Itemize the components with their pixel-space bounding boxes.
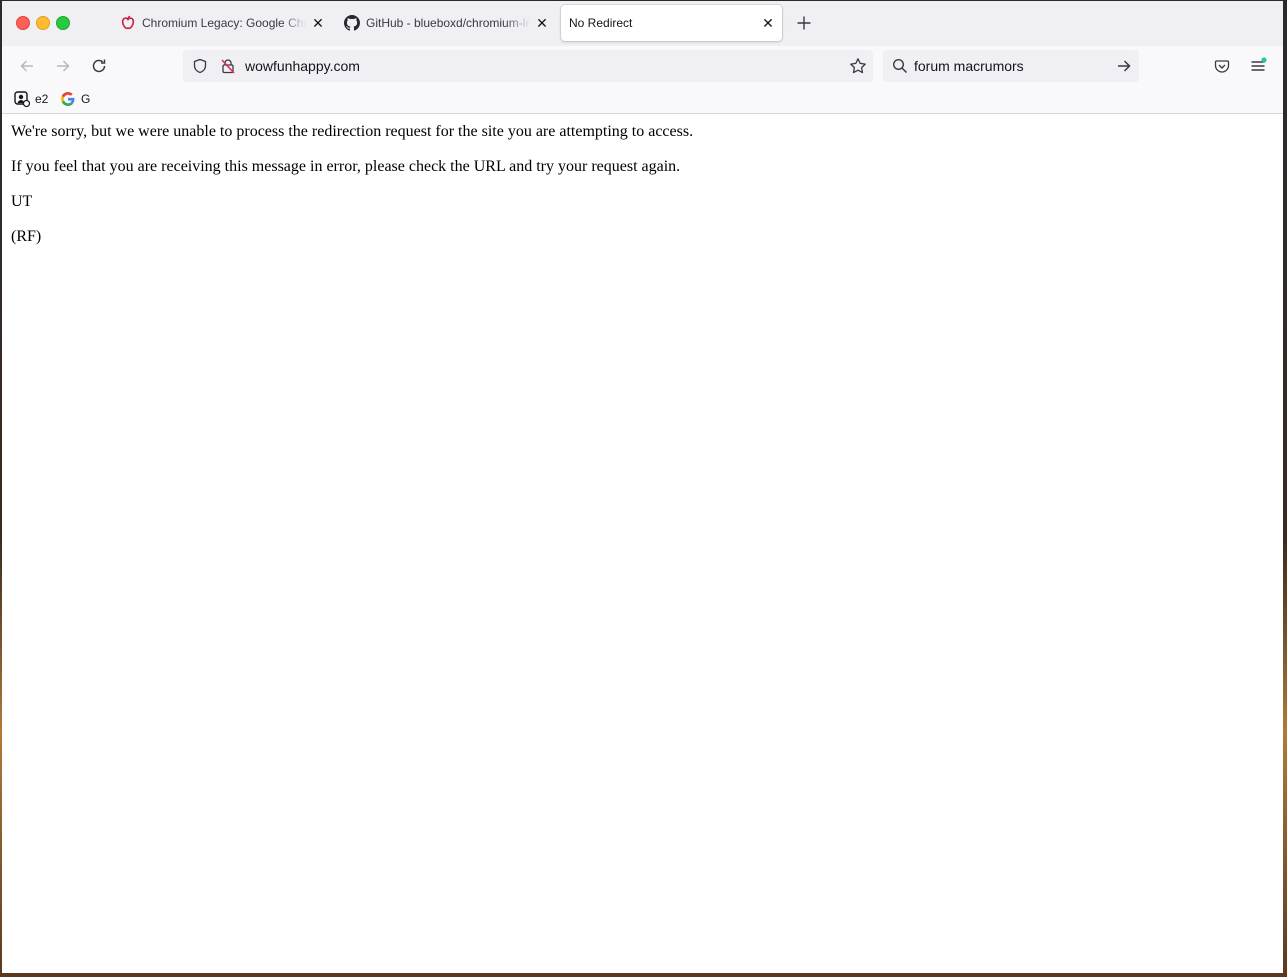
search-icon bbox=[892, 58, 908, 79]
pocket-icon bbox=[1214, 60, 1230, 73]
bookmark-label: G bbox=[81, 92, 91, 106]
app-menu-button[interactable] bbox=[1246, 54, 1270, 78]
google-icon bbox=[60, 91, 76, 107]
hamburger-menu-icon bbox=[1251, 57, 1267, 71]
bookmark-star-icon[interactable] bbox=[849, 57, 867, 80]
address-bar[interactable]: wowfunhappy.com bbox=[183, 50, 873, 82]
tab-title: GitHub - blueboxd/chromium-le bbox=[366, 16, 530, 30]
reload-icon bbox=[92, 59, 106, 73]
page-content: We're sorry, but we were unable to proce… bbox=[2, 114, 1283, 973]
error-hint-paragraph: If you feel that you are receiving this … bbox=[11, 158, 681, 175]
github-icon bbox=[344, 15, 360, 31]
search-input[interactable]: forum macrumors bbox=[914, 58, 1024, 74]
bookmark-label: e2 bbox=[35, 92, 49, 106]
close-tab-icon[interactable]: ✕ bbox=[760, 15, 776, 31]
tab-github[interactable]: GitHub - blueboxd/chromium-le ✕ bbox=[342, 5, 550, 41]
search-bar[interactable]: forum macrumors bbox=[883, 50, 1139, 82]
code-rf-paragraph: (RF) bbox=[11, 228, 42, 245]
minimize-window-button[interactable] bbox=[36, 16, 50, 30]
zoom-window-button[interactable] bbox=[56, 16, 70, 30]
reload-button[interactable] bbox=[87, 54, 111, 78]
tracking-protection-shield-icon[interactable] bbox=[192, 58, 208, 79]
close-tab-icon[interactable]: ✕ bbox=[310, 15, 326, 31]
bookmark-google[interactable]: G bbox=[60, 91, 90, 107]
close-window-button[interactable] bbox=[16, 16, 30, 30]
tab-no-redirect[interactable]: No Redirect ✕ bbox=[561, 5, 782, 41]
browser-window: Chromium Legacy: Google Chro ✕ GitHub - … bbox=[2, 1, 1283, 973]
error-message-paragraph: We're sorry, but we were unable to proce… bbox=[11, 123, 694, 140]
plus-icon bbox=[797, 16, 811, 30]
tab-strip: Chromium Legacy: Google Chro ✕ GitHub - … bbox=[2, 1, 1283, 46]
url-text[interactable]: wowfunhappy.com bbox=[245, 58, 360, 74]
bookmark-e2[interactable]: e2 bbox=[14, 91, 48, 107]
back-button[interactable] bbox=[15, 54, 39, 78]
new-tab-button[interactable] bbox=[794, 13, 814, 33]
navigation-toolbar: wowfunhappy.com forum macrumors bbox=[2, 46, 1283, 86]
forward-button[interactable] bbox=[51, 54, 75, 78]
tab-title: No Redirect bbox=[569, 16, 633, 30]
insecure-lock-icon[interactable] bbox=[220, 58, 236, 79]
code-ut-paragraph: UT bbox=[11, 193, 33, 210]
tab-chromium-legacy[interactable]: Chromium Legacy: Google Chro ✕ bbox=[116, 5, 326, 41]
close-tab-icon[interactable]: ✕ bbox=[534, 15, 550, 31]
e2-icon bbox=[14, 91, 30, 107]
bookmarks-toolbar: e2 G bbox=[2, 86, 1283, 114]
pocket-button[interactable] bbox=[1210, 54, 1234, 78]
apple-icon bbox=[120, 15, 136, 31]
search-go-arrow-icon[interactable] bbox=[1116, 58, 1132, 79]
tab-title: Chromium Legacy: Google Chro bbox=[142, 16, 306, 30]
back-arrow-icon bbox=[20, 60, 33, 72]
forward-arrow-icon bbox=[57, 60, 70, 72]
